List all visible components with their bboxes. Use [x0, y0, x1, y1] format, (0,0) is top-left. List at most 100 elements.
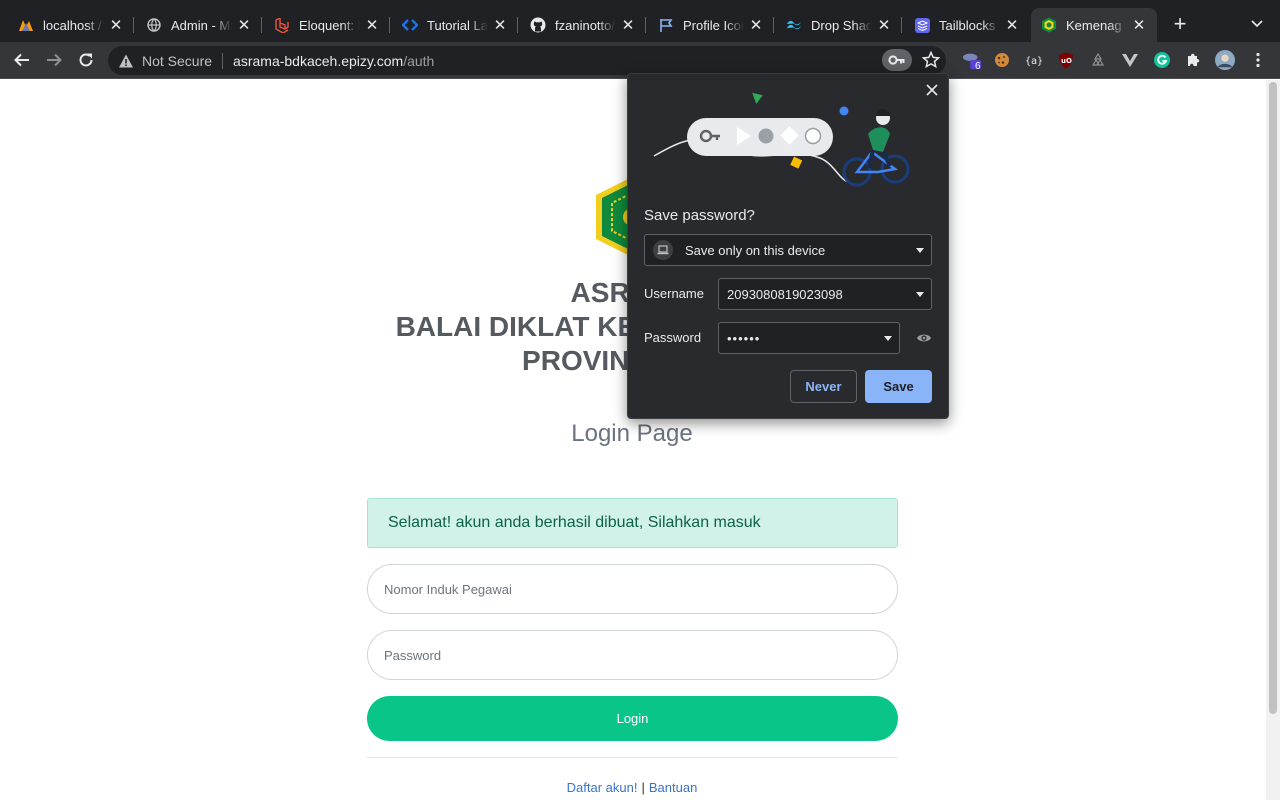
tab-title: Drop Shado	[811, 17, 872, 33]
url-host: asrama-bdkaceh.epizy.com	[233, 52, 404, 69]
cookie-extension-icon[interactable]	[992, 50, 1012, 70]
profile-avatar[interactable]	[1215, 50, 1235, 70]
username-label: Username	[644, 286, 704, 301]
dropdown-caret-icon	[916, 292, 924, 297]
address-bar[interactable]: Not Secure asrama-bdkaceh.epizy.com /aut…	[108, 46, 946, 75]
eye-icon[interactable]	[916, 330, 932, 346]
tab-separator	[133, 17, 134, 33]
close-tab-icon[interactable]: ✕	[364, 16, 380, 34]
success-alert: Selamat! akun anda berhasil dibuat, Sila…	[367, 498, 898, 548]
register-link[interactable]: Daftar akun!	[567, 780, 638, 795]
tab-title: Tutorial Lar	[427, 17, 488, 33]
close-tab-icon[interactable]: ✕	[620, 16, 636, 34]
link-separator: |	[641, 780, 645, 795]
close-icon[interactable]	[924, 82, 940, 98]
tab-github[interactable]: fzaninotto/f ✕	[520, 8, 646, 42]
url-path: /auth	[403, 52, 435, 69]
password-select[interactable]: ••••••	[718, 322, 900, 354]
back-arrow-icon	[14, 53, 29, 67]
divider	[367, 757, 898, 758]
tab-eloquent[interactable]: Eloquent: M ✕	[264, 8, 390, 42]
close-tab-icon[interactable]: ✕	[748, 16, 764, 34]
code-icon	[402, 17, 418, 33]
new-tab-button[interactable]: +	[1170, 12, 1190, 36]
tab-title: Profile Icon	[683, 17, 744, 33]
tab-title: Kemenag L	[1066, 17, 1127, 33]
stack-icon	[914, 17, 930, 33]
tailwind-icon	[786, 17, 802, 33]
tab-separator	[901, 17, 902, 33]
tab-admin[interactable]: Admin - Mu ✕	[136, 8, 262, 42]
dialog-title: Save password?	[644, 207, 755, 224]
warning-icon[interactable]	[118, 53, 134, 69]
vue-devtools-icon[interactable]	[1120, 50, 1140, 70]
svg-text:{a}: {a}	[1025, 56, 1043, 67]
php-extension-icon[interactable]: 6	[962, 50, 982, 72]
tab-separator	[645, 17, 646, 33]
tab-title: Tailblocks -	[939, 17, 1000, 33]
recycle-extension-icon[interactable]	[1088, 50, 1108, 70]
extensions-puzzle-icon[interactable]	[1184, 50, 1204, 70]
dropdown-caret-icon	[916, 248, 924, 253]
close-tab-icon[interactable]: ✕	[492, 16, 508, 34]
star-icon	[922, 51, 940, 69]
tab-separator	[261, 17, 262, 33]
security-status[interactable]: Not Secure	[142, 53, 212, 69]
extension-badge: 6	[975, 61, 981, 72]
close-tab-icon[interactable]: ✕	[236, 16, 252, 34]
tab-separator	[773, 17, 774, 33]
close-tab-icon[interactable]: ✕	[1004, 16, 1020, 34]
scrollbar-thumb[interactable]	[1269, 82, 1277, 714]
phpmyadmin-icon	[18, 17, 34, 33]
back-button[interactable]	[10, 48, 34, 72]
braces-extension-icon[interactable]: {a}	[1024, 50, 1044, 70]
password-key-button[interactable]	[882, 49, 912, 71]
tab-separator	[517, 17, 518, 33]
laptop-icon	[653, 240, 673, 260]
kemenag-icon	[1041, 17, 1057, 33]
svg-text:uO: uO	[1061, 57, 1072, 65]
ublock-origin-icon[interactable]: uO	[1056, 50, 1076, 70]
password-input[interactable]	[367, 630, 898, 680]
tab-title: Admin - Mu	[171, 17, 232, 33]
username-select[interactable]: 2093080819023098	[718, 278, 932, 310]
save-password-dialog: Save password? Save only on this device …	[627, 73, 949, 419]
bookmark-button[interactable]	[920, 49, 942, 71]
close-tab-icon[interactable]: ✕	[108, 16, 124, 34]
forward-button[interactable]	[42, 48, 66, 72]
tab-kemenag[interactable]: Kemenag L ✕	[1031, 8, 1157, 42]
tab-search-chevron-icon[interactable]	[1248, 14, 1266, 32]
globe-icon	[146, 17, 162, 33]
help-link[interactable]: Bantuan	[649, 780, 697, 795]
tab-title: localhost /	[43, 17, 102, 33]
username-value: 2093080819023098	[727, 286, 843, 302]
laravel-icon	[274, 17, 290, 33]
flag-icon	[658, 17, 674, 33]
never-button[interactable]: Never	[790, 370, 857, 403]
password-illustration	[653, 92, 910, 187]
save-button[interactable]: Save	[865, 370, 932, 403]
storage-location-select[interactable]: Save only on this device	[644, 234, 932, 266]
storage-option-label: Save only on this device	[685, 242, 826, 258]
nip-input[interactable]	[367, 564, 898, 614]
menu-kebab-icon[interactable]	[1248, 50, 1268, 70]
tab-separator	[389, 17, 390, 33]
tab-tailblocks[interactable]: Tailblocks - ✕	[904, 8, 1030, 42]
dropdown-caret-icon	[884, 336, 892, 341]
tab-title: Eloquent: M	[299, 17, 360, 33]
password-label: Password	[644, 330, 702, 345]
tab-drop-shadow[interactable]: Drop Shado ✕	[776, 8, 902, 42]
close-tab-icon[interactable]: ✕	[876, 16, 892, 34]
tab-title: fzaninotto/f	[555, 17, 616, 33]
tab-profile-icon[interactable]: Profile Icon ✕	[648, 8, 774, 42]
login-page-title: Login Page	[571, 420, 693, 447]
tab-tutorial[interactable]: Tutorial Lar ✕	[392, 8, 518, 42]
reload-button[interactable]	[74, 48, 98, 72]
tab-localhost[interactable]: localhost / ✕	[8, 8, 134, 42]
close-tab-icon[interactable]: ✕	[1131, 16, 1147, 34]
grammarly-icon[interactable]	[1152, 50, 1172, 70]
login-button[interactable]: Login	[367, 696, 898, 741]
password-value: ••••••	[727, 330, 761, 346]
forward-arrow-icon	[47, 53, 62, 67]
tab-strip: localhost / ✕ Admin - Mu ✕ Eloquent: M ✕…	[0, 0, 1280, 42]
